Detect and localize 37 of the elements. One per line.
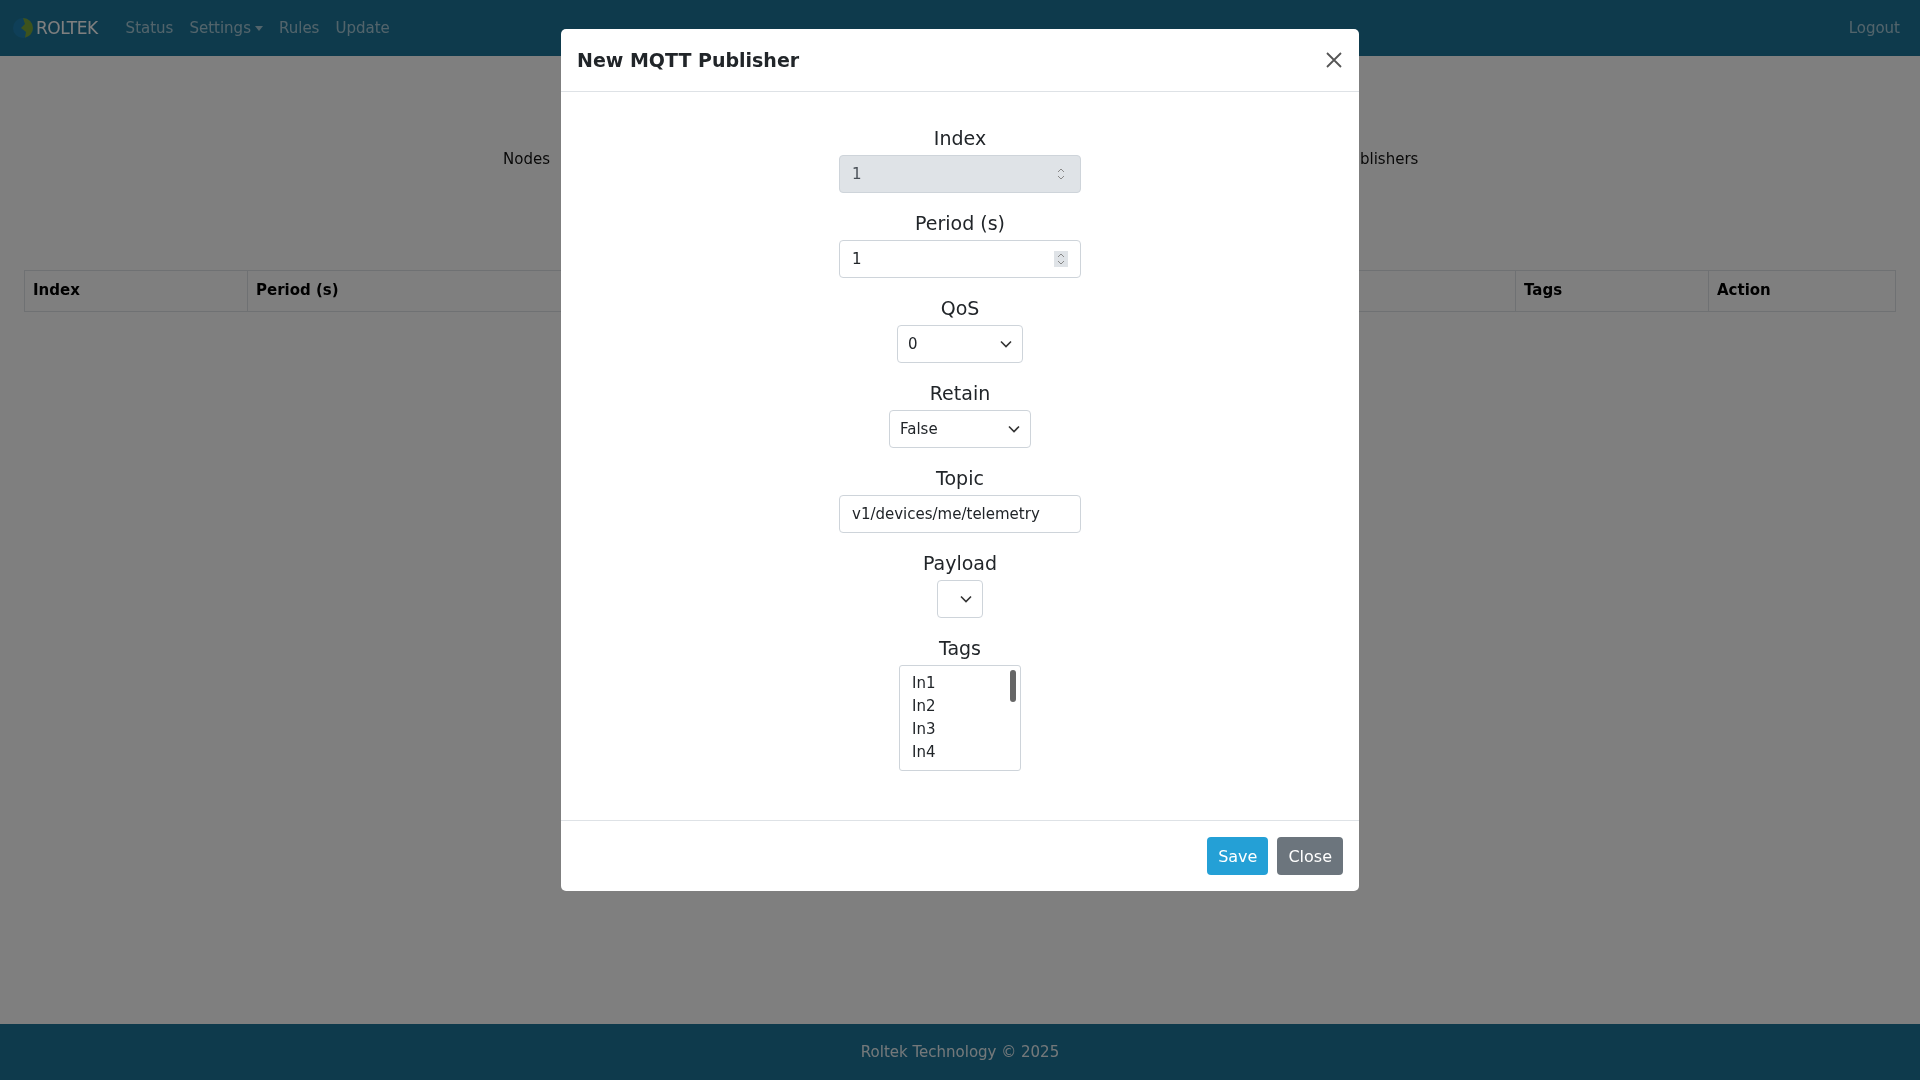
column-header: Tags: [1515, 271, 1708, 311]
field-value: v1/devices/me/telemetry: [852, 505, 1040, 523]
chevron-down-icon: [960, 595, 972, 603]
field-label: Payload: [922, 551, 998, 575]
select-field[interactable]: [937, 580, 983, 618]
page-tab[interactable]: Nodes: [503, 150, 550, 168]
spinner-icon[interactable]: [1054, 251, 1068, 267]
column-header: Index: [32, 280, 81, 301]
number-field[interactable]: 1: [839, 240, 1081, 278]
text-field[interactable]: v1/devices/me/telemetry: [839, 495, 1081, 533]
close-icon[interactable]: [1325, 51, 1343, 69]
list-option[interactable]: In3: [912, 718, 1008, 741]
field-label: Period (s): [915, 211, 1005, 235]
dialog-title: New MQTT Publisher: [577, 49, 800, 71]
copyright-text: Roltek Technology © 2025: [860, 1043, 1060, 1061]
page-tab[interactable]: blishers: [1360, 150, 1419, 168]
field-value: 0: [908, 335, 918, 353]
field-value: False: [900, 420, 938, 438]
chevron-down-icon: [1008, 425, 1020, 433]
field-label: QoS: [940, 296, 980, 320]
close-button[interactable]: Close: [1277, 837, 1343, 875]
tags-listbox[interactable]: In1 In2 In3 In4: [899, 665, 1021, 771]
globe-logo-icon: [12, 17, 34, 39]
field-label: Tags: [938, 636, 982, 660]
field-value: 1: [852, 165, 862, 183]
select-field[interactable]: False: [889, 410, 1031, 448]
field-label: Retain: [929, 381, 991, 405]
list-option[interactable]: In1: [912, 672, 1008, 695]
field-value: 1: [852, 250, 862, 268]
chevron-down-icon: [1000, 340, 1012, 348]
list-option[interactable]: In2: [912, 695, 1008, 718]
select-field[interactable]: 0: [897, 325, 1023, 363]
column-header: Action: [1708, 271, 1895, 311]
field-label: Topic: [936, 466, 984, 490]
list-option[interactable]: In4: [912, 741, 1008, 764]
scrollbar-thumb[interactable]: [1010, 670, 1016, 702]
field-label: Index: [933, 126, 987, 150]
